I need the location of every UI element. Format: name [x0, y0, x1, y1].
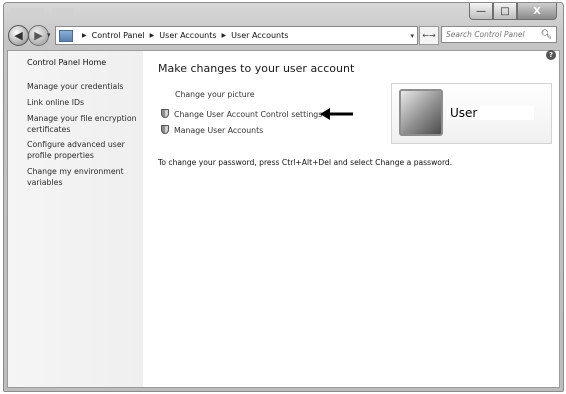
manage-user-accounts-label: Manage User Accounts [174, 126, 264, 135]
window-controls: — □ X [469, 3, 557, 20]
sidebar-link-advanced-profile[interactable]: Configure advanced user profile properti… [27, 140, 139, 161]
page-title: Make changes to your user account [158, 62, 355, 75]
help-icon[interactable]: ? [546, 50, 556, 60]
sidebar-link-environment-variables[interactable]: Change my environment variables [27, 167, 139, 188]
forward-button[interactable]: ▶ [28, 25, 49, 46]
address-bar[interactable]: ▶ Control Panel ▶ User Accounts ▶ User A… [55, 26, 418, 45]
left-pane: Control Panel Home Manage your credentia… [8, 51, 143, 387]
back-button[interactable]: ◀ [8, 25, 29, 46]
shield-icon [161, 109, 169, 118]
address-dropdown-icon[interactable]: ▾ [410, 32, 417, 40]
title-ghost-2 [52, 8, 74, 17]
content-area: Control Panel Home Manage your credentia… [7, 50, 560, 388]
title-bar: — □ X [4, 3, 563, 21]
control-panel-icon [59, 29, 73, 42]
minimize-button[interactable]: — [469, 3, 493, 20]
arrow-left-icon [320, 108, 353, 120]
search-icon[interactable]: 🔍︎ [541, 30, 552, 40]
search-box[interactable]: 🔍︎ [441, 26, 557, 43]
recent-pages-dropdown[interactable]: ▾ [47, 31, 51, 39]
breadcrumb-user-accounts[interactable]: User Accounts [159, 31, 216, 40]
chevron-right-icon[interactable]: ▶ [82, 32, 87, 39]
user-avatar[interactable] [399, 89, 443, 136]
change-picture-link[interactable]: Change your picture [175, 90, 255, 99]
uac-settings-label: Change User Account Control settings [174, 110, 323, 119]
control-panel-window: — □ X ◀ ▶ ▾ ▶ Control Panel ▶ User Accou… [3, 2, 564, 392]
breadcrumb-user-accounts-current[interactable]: User Accounts [231, 31, 288, 40]
chevron-right-icon[interactable]: ▶ [150, 32, 155, 39]
shield-icon [161, 125, 169, 134]
user-account-card: User [391, 83, 552, 144]
sidebar-link-file-encryption[interactable]: Manage your file encryption certificates [27, 114, 139, 135]
uac-settings-link[interactable]: Change User Account Control settings [161, 109, 322, 119]
refresh-button[interactable]: ←→ [419, 26, 439, 45]
user-name: User [447, 106, 534, 120]
search-input[interactable] [446, 30, 532, 39]
title-ghost-1 [10, 8, 44, 17]
breadcrumb-control-panel[interactable]: Control Panel [92, 31, 145, 40]
control-panel-home-link[interactable]: Control Panel Home [27, 58, 106, 67]
password-info-text: To change your password, press Ctrl+Alt+… [158, 158, 453, 167]
sidebar-link-manage-credentials[interactable]: Manage your credentials [27, 82, 139, 93]
close-button[interactable]: X [517, 3, 557, 20]
maximize-button[interactable]: □ [493, 3, 517, 20]
chevron-right-icon[interactable]: ▶ [222, 32, 227, 39]
manage-user-accounts-link[interactable]: Manage User Accounts [161, 125, 263, 135]
navigation-bar: ◀ ▶ ▾ ▶ Control Panel ▶ User Accounts ▶ … [4, 23, 563, 47]
sidebar-link-online-ids[interactable]: Link online IDs [27, 98, 139, 109]
